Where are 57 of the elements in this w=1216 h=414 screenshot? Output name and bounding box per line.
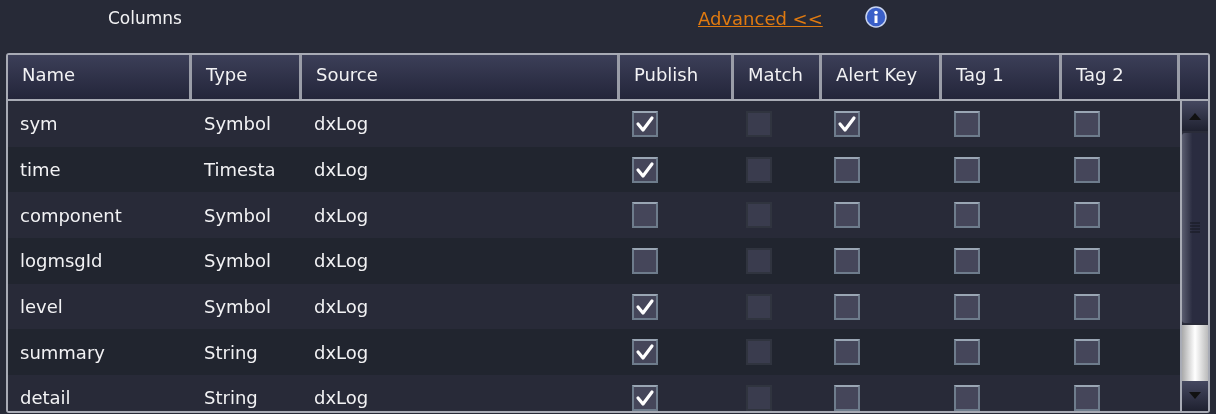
- checkbox[interactable]: [632, 384, 658, 411]
- section-title: Columns: [108, 8, 182, 28]
- table-cell: detail: [20, 387, 71, 409]
- checkbox[interactable]: [1074, 293, 1100, 320]
- checkbox[interactable]: [954, 156, 980, 183]
- table-cell: dxLog: [314, 341, 369, 363]
- table-cell: time: [20, 159, 61, 181]
- table-cell: dxLog: [314, 250, 369, 272]
- table-cell: Symbol: [204, 113, 272, 135]
- table-cell: level: [20, 296, 63, 318]
- table-cell: sym: [20, 113, 58, 135]
- scrollbar[interactable]: [1180, 101, 1208, 411]
- table-cell: Symbol: [204, 204, 272, 226]
- checkbox[interactable]: [834, 202, 860, 229]
- table-cell: dxLog: [314, 296, 369, 318]
- table-cell: String: [204, 387, 258, 409]
- up-arrow-icon: [1189, 112, 1201, 120]
- checkbox[interactable]: [632, 110, 658, 137]
- checkbox[interactable]: [1074, 384, 1100, 411]
- checkbox[interactable]: [1074, 156, 1100, 183]
- checkbox[interactable]: [632, 156, 658, 183]
- checkbox[interactable]: [954, 110, 980, 137]
- checkbox[interactable]: [954, 202, 980, 229]
- checkbox[interactable]: [834, 156, 860, 183]
- checkbox[interactable]: [954, 247, 980, 274]
- checkbox[interactable]: [1074, 110, 1100, 137]
- table-cell: Symbol: [204, 250, 272, 272]
- table-cell: logmsgId: [20, 250, 103, 272]
- checkbox[interactable]: [954, 339, 980, 366]
- table-cell: summary: [20, 341, 105, 363]
- checkbox[interactable]: [834, 247, 860, 274]
- checkbox[interactable]: [834, 110, 860, 137]
- checkbox[interactable]: [834, 384, 860, 411]
- checkbox[interactable]: [834, 293, 860, 320]
- table-cell: dxLog: [314, 159, 369, 181]
- table-cell: Symbol: [204, 296, 272, 318]
- checkbox[interactable]: [1074, 339, 1100, 366]
- checkbox[interactable]: [1074, 202, 1100, 229]
- down-arrow-icon: [1189, 392, 1201, 400]
- checkbox[interactable]: [834, 339, 860, 366]
- table-cell: String: [204, 341, 258, 363]
- info-icon[interactable]: [864, 6, 887, 28]
- scrollbar-thumb[interactable]: [1182, 133, 1208, 323]
- table-cell: dxLog: [314, 113, 369, 135]
- table-cell: dxLog: [314, 204, 369, 226]
- table-cell: Timesta: [204, 159, 276, 181]
- checkbox[interactable]: [632, 247, 658, 274]
- checkbox[interactable]: [632, 293, 658, 320]
- table-cell: component: [20, 204, 122, 226]
- checkbox[interactable]: [954, 293, 980, 320]
- checkbox[interactable]: [954, 384, 980, 411]
- table-cell: dxLog: [314, 387, 369, 409]
- checkbox[interactable]: [632, 202, 658, 229]
- grip-icon: [1190, 222, 1200, 234]
- checkbox[interactable]: [1074, 247, 1100, 274]
- checkbox[interactable]: [632, 339, 658, 366]
- advanced-link[interactable]: Advanced <<: [697, 8, 823, 29]
